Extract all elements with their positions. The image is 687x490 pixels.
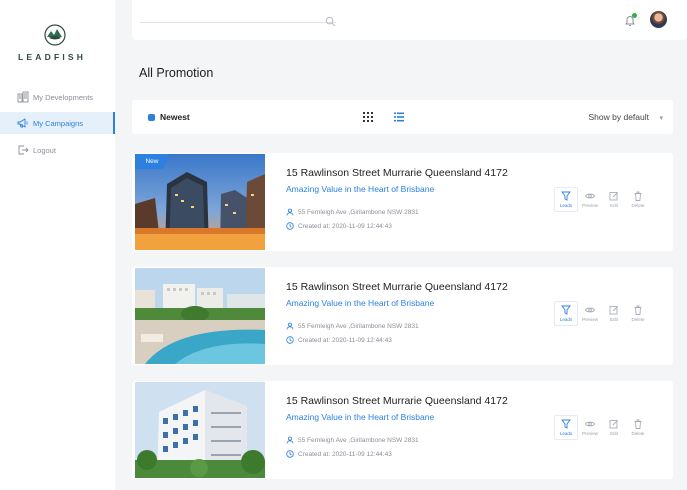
list-view-icon[interactable] bbox=[394, 112, 404, 122]
promotion-title[interactable]: 15 Rawlinson Street Murrarie Queensland … bbox=[286, 167, 508, 179]
clock-icon bbox=[286, 222, 294, 230]
property-image bbox=[135, 382, 265, 478]
trash-icon bbox=[634, 305, 642, 315]
clock-icon bbox=[286, 450, 294, 458]
leads-button[interactable]: Leads bbox=[554, 301, 578, 326]
preview-label: Preview bbox=[581, 431, 598, 436]
logo[interactable]: LEADFISH bbox=[14, 24, 104, 64]
logo-text: LEADFISH bbox=[18, 52, 87, 62]
edit-label: Edit bbox=[610, 203, 618, 208]
clock-icon bbox=[286, 336, 294, 344]
promotion-card[interactable]: 15 Rawlinson Street Murrarie Queensland … bbox=[132, 267, 673, 365]
leads-button[interactable]: Leads bbox=[554, 415, 578, 440]
edit-icon bbox=[609, 306, 618, 315]
edit-button[interactable]: Edit bbox=[602, 301, 626, 326]
sidebar-item-label: My Campaigns bbox=[33, 118, 84, 128]
promotion-created: Created at: 2020-11-09 12:44:43 bbox=[286, 336, 392, 344]
delete-button[interactable]: Delete bbox=[626, 415, 650, 440]
preview-label: Preview bbox=[581, 317, 598, 322]
sidebar-item-my-campaigns[interactable]: My Campaigns bbox=[0, 112, 115, 134]
delete-button[interactable]: Delete bbox=[626, 187, 650, 212]
edit-icon bbox=[609, 420, 618, 429]
page-title: All Promotion bbox=[139, 66, 214, 80]
created-text: Created at: 2020-11-09 12:44:43 bbox=[298, 450, 392, 458]
logout-icon bbox=[17, 144, 29, 156]
delete-button[interactable]: Delete bbox=[626, 301, 650, 326]
edit-label: Edit bbox=[610, 431, 618, 436]
delete-label: Delete bbox=[631, 431, 645, 436]
promotion-address: 55 Fernleigh Ave ,Girilambone NSW 2831 bbox=[286, 436, 419, 444]
promotion-address: 55 Fernleigh Ave ,Girilambone NSW 2831 bbox=[286, 208, 419, 216]
grid-view-icon[interactable] bbox=[363, 112, 373, 122]
megaphone-icon bbox=[17, 117, 29, 129]
search-icon[interactable] bbox=[325, 16, 336, 27]
edit-button[interactable]: Edit bbox=[602, 415, 626, 440]
card-actions: Leads Preview Edit Delete bbox=[554, 301, 650, 326]
card-actions: Leads Preview Edit Delete bbox=[554, 187, 650, 212]
filter-icon bbox=[561, 191, 571, 201]
address-text: 55 Fernleigh Ave ,Girilambone NSW 2831 bbox=[298, 322, 419, 330]
avatar[interactable] bbox=[650, 11, 667, 28]
edit-icon bbox=[609, 192, 618, 201]
filter-icon bbox=[561, 419, 571, 429]
promotion-created: Created at: 2020-11-09 12:44:43 bbox=[286, 222, 392, 230]
user-icon bbox=[286, 322, 294, 330]
sidebar-item-label: My Developments bbox=[33, 92, 94, 102]
sort-indicator bbox=[148, 114, 155, 121]
buildings-icon bbox=[17, 91, 29, 103]
property-image bbox=[135, 268, 265, 364]
address-text: 55 Fernleigh Ave ,Girilambone NSW 2831 bbox=[298, 208, 419, 216]
preview-label: Preview bbox=[581, 203, 598, 208]
trash-icon bbox=[634, 419, 642, 429]
sidebar-item-label: Logout bbox=[33, 145, 56, 155]
sort-newest-button[interactable]: Newest bbox=[160, 112, 190, 122]
promotion-subtitle: Amazing Value in the Heart of Brisbane bbox=[286, 298, 435, 308]
user-icon bbox=[286, 208, 294, 216]
promotion-title[interactable]: 15 Rawlinson Street Murrarie Queensland … bbox=[286, 281, 508, 293]
card-actions: Leads Preview Edit Delete bbox=[554, 415, 650, 440]
created-text: Created at: 2020-11-09 12:44:43 bbox=[298, 336, 392, 344]
top-bar bbox=[132, 0, 687, 40]
user-icon bbox=[286, 436, 294, 444]
delete-label: Delete bbox=[631, 203, 645, 208]
preview-button[interactable]: Preview bbox=[578, 301, 602, 326]
leads-label: Leads bbox=[559, 431, 573, 436]
show-by-dropdown[interactable]: Show by default bbox=[589, 112, 649, 122]
sidebar: LEADFISH My Developments My Campaigns Lo… bbox=[0, 0, 115, 490]
edit-button[interactable]: Edit bbox=[602, 187, 626, 212]
created-text: Created at: 2020-11-09 12:44:43 bbox=[298, 222, 392, 230]
promotion-card[interactable]: New 15 Rawlinson Street Murrarie Queensl… bbox=[132, 153, 673, 251]
leads-button[interactable]: Leads bbox=[554, 187, 578, 212]
eye-icon bbox=[585, 421, 595, 427]
sidebar-item-my-developments[interactable]: My Developments bbox=[0, 86, 115, 108]
chevron-down-icon[interactable]: ▾ bbox=[659, 114, 663, 122]
sidebar-item-logout[interactable]: Logout bbox=[0, 139, 115, 161]
eye-icon bbox=[585, 307, 595, 313]
preview-button[interactable]: Preview bbox=[578, 187, 602, 212]
delete-label: Delete bbox=[631, 317, 645, 322]
address-text: 55 Fernleigh Ave ,Girilambone NSW 2831 bbox=[298, 436, 419, 444]
fish-logo-icon bbox=[44, 24, 66, 46]
promotion-subtitle: Amazing Value in the Heart of Brisbane bbox=[286, 184, 435, 194]
edit-label: Edit bbox=[610, 317, 618, 322]
notification-dot bbox=[632, 13, 637, 18]
promotion-created: Created at: 2020-11-09 12:44:43 bbox=[286, 450, 392, 458]
eye-icon bbox=[585, 193, 595, 199]
promotion-subtitle: Amazing Value in the Heart of Brisbane bbox=[286, 412, 435, 422]
leads-label: Leads bbox=[559, 203, 573, 208]
preview-button[interactable]: Preview bbox=[578, 415, 602, 440]
promotion-title[interactable]: 15 Rawlinson Street Murrarie Queensland … bbox=[286, 395, 508, 407]
promotion-card[interactable]: 15 Rawlinson Street Murrarie Queensland … bbox=[132, 381, 673, 479]
filter-icon bbox=[561, 305, 571, 315]
filter-bar: Newest Show by default ▾ bbox=[132, 100, 673, 134]
leads-label: Leads bbox=[559, 317, 573, 322]
promotion-address: 55 Fernleigh Ave ,Girilambone NSW 2831 bbox=[286, 322, 419, 330]
trash-icon bbox=[634, 191, 642, 201]
search-input[interactable] bbox=[140, 22, 336, 23]
